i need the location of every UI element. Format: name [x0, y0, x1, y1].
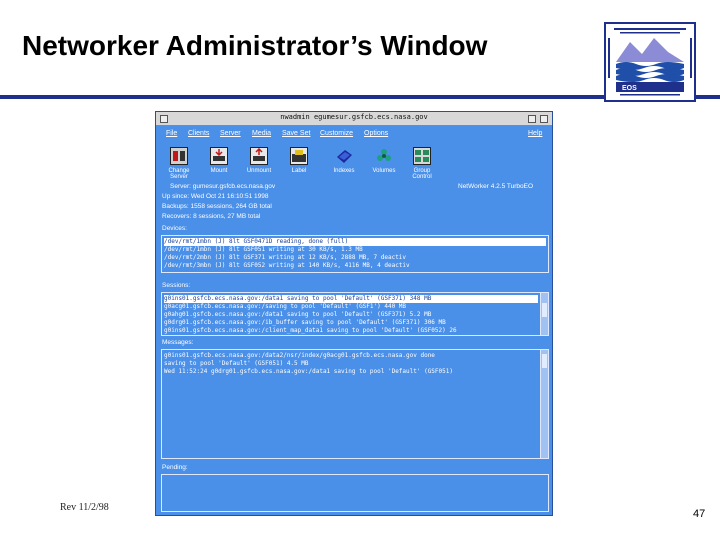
- revision-date: Rev 11/2/98: [60, 502, 109, 513]
- devices-list[interactable]: /dev/rmt/1mbn (J) 8lt GSF0471D reading, …: [161, 235, 549, 273]
- menu-bar: File Clients Server Media Save Set Custo…: [160, 130, 548, 142]
- message-row: Wed 11:52:24 g0drg01.gsfcb.ecs.nasa.gov:…: [164, 368, 453, 375]
- session-row[interactable]: g0ins01.gsfcb.ecs.nasa.gov:/client_map_d…: [164, 327, 457, 335]
- recovers-summary: Recovers: 8 sessions, 27 MB total: [162, 213, 261, 220]
- unmount-label: Unmount: [246, 168, 272, 174]
- slide-title: Networker Administrator’s Window: [22, 30, 488, 61]
- group-control-label-2: Control: [412, 174, 432, 180]
- label-button[interactable]: Label: [282, 146, 316, 180]
- messages-list[interactable]: g0ins01.gsfcb.ecs.nasa.gov:/data2/nsr/in…: [161, 349, 549, 459]
- group-control-button[interactable]: Group Control: [405, 146, 439, 180]
- menu-file[interactable]: File: [166, 130, 177, 137]
- unmount-button[interactable]: Unmount: [242, 146, 276, 180]
- pending-list[interactable]: [161, 474, 549, 512]
- minimize-button[interactable]: [528, 115, 536, 123]
- message-row: g0ins01.gsfcb.ecs.nasa.gov:/data2/nsr/in…: [164, 352, 435, 359]
- backups-summary: Backups: 1558 sessions, 264 GB total: [162, 203, 272, 210]
- menu-options[interactable]: Options: [364, 130, 388, 137]
- devices-label: Devices:: [162, 225, 187, 232]
- menu-media[interactable]: Media: [252, 130, 271, 137]
- session-row[interactable]: g0ins01.gsfcb.ecs.nasa.gov:/data1 saving…: [164, 295, 538, 303]
- volumes-icon: [375, 147, 393, 165]
- window-title: nwadmin egumesur.gsfcb.ecs.nasa.gov: [280, 113, 428, 121]
- label-label: Label: [291, 168, 307, 174]
- mount-button[interactable]: Mount: [202, 146, 236, 180]
- eos-logo: EOS: [604, 22, 696, 102]
- server-name: Server: gumesur.gsfcb.ecs.nasa.gov: [170, 183, 276, 190]
- change-server-icon: [170, 147, 188, 165]
- sessions-scrollbar[interactable]: [540, 293, 548, 335]
- networker-window: nwadmin egumesur.gsfcb.ecs.nasa.gov File…: [155, 111, 553, 516]
- messages-label: Messages:: [162, 339, 194, 346]
- indexes-icon: [335, 147, 353, 165]
- sessions-scroll-thumb[interactable]: [542, 303, 547, 317]
- change-server-button[interactable]: Change Server: [162, 146, 196, 180]
- menu-server[interactable]: Server: [220, 130, 241, 137]
- maximize-button[interactable]: [540, 115, 548, 123]
- messages-scrollbar[interactable]: [540, 350, 548, 458]
- menu-help[interactable]: Help: [528, 130, 542, 137]
- session-row[interactable]: g0acg01.gsfcb.ecs.nasa.gov:/saving to po…: [164, 303, 406, 311]
- device-row[interactable]: /dev/rmt/3mbn (J) 8lt GSF052 writing at …: [164, 262, 410, 270]
- page-number: 47: [693, 508, 706, 520]
- volumes-button[interactable]: Volumes: [367, 146, 401, 180]
- volumes-label: Volumes: [372, 168, 396, 174]
- menu-save-set[interactable]: Save Set: [282, 130, 310, 137]
- menu-customize[interactable]: Customize: [320, 130, 353, 137]
- device-row[interactable]: /dev/rmt/2mbn (J) 8lt GSF371 writing at …: [164, 254, 406, 262]
- svg-text:EOS: EOS: [622, 85, 637, 92]
- mount-label: Mount: [210, 168, 228, 174]
- sessions-list[interactable]: g0ins01.gsfcb.ecs.nasa.gov:/data1 saving…: [161, 292, 549, 336]
- window-titlebar[interactable]: nwadmin egumesur.gsfcb.ecs.nasa.gov: [156, 112, 552, 126]
- device-row[interactable]: /dev/rmt/1mbn (J) 8lt GSF051 writing at …: [164, 246, 363, 254]
- pending-label: Pending:: [162, 464, 188, 471]
- mount-icon: [210, 147, 228, 165]
- sessions-label: Sessions:: [162, 282, 191, 289]
- group-control-icon: [413, 147, 431, 165]
- session-row[interactable]: g0drg01.gsfcb.ecs.nasa.gov:/ib_buffer sa…: [164, 319, 446, 327]
- message-row: saving to pool 'Default' (GSF051) 4.5 MB: [164, 360, 309, 367]
- indexes-label: Indexes: [333, 168, 355, 174]
- indexes-button[interactable]: Indexes: [327, 146, 361, 180]
- label-icon: [290, 147, 308, 165]
- session-row[interactable]: g0ahg01.gsfcb.ecs.nasa.gov:/data1 saving…: [164, 311, 431, 319]
- device-row[interactable]: /dev/rmt/1mbn (J) 8lt GSF0471D reading, …: [164, 238, 546, 246]
- change-server-label-2: Server: [170, 174, 188, 180]
- networker-version: NetWorker 4.2.5 TurboEO: [458, 183, 534, 190]
- up-since: Up since: Wed Oct 21 16:10:51 1998: [162, 193, 269, 200]
- messages-scroll-thumb[interactable]: [542, 354, 547, 368]
- unmount-icon: [250, 147, 268, 165]
- toolbar: Change Server Mount Unmount Label Indexes: [162, 146, 542, 180]
- menu-clients[interactable]: Clients: [188, 130, 209, 137]
